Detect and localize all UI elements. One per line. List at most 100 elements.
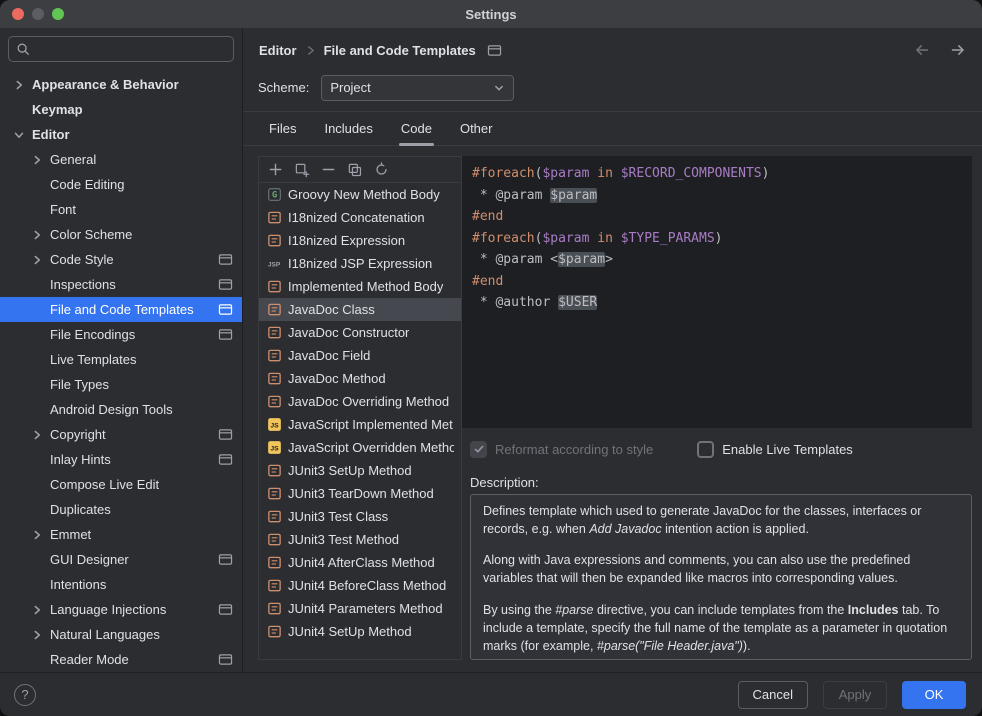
sidebar-item-color-scheme[interactable]: Color Scheme xyxy=(0,222,242,247)
chevron-right-icon[interactable] xyxy=(32,605,50,615)
sidebar-item-natural-languages[interactable]: Natural Languages xyxy=(0,622,242,647)
chevron-right-icon[interactable] xyxy=(32,580,50,590)
template-list-item[interactable]: I18nized Concatenation xyxy=(259,206,461,229)
template-list-item[interactable]: Implemented Method Body xyxy=(259,275,461,298)
sidebar-item-emmet[interactable]: Emmet xyxy=(0,522,242,547)
sidebar-item-language-injections[interactable]: Language Injections xyxy=(0,597,242,622)
template-list-item[interactable]: JavaDoc Class xyxy=(259,298,461,321)
template-list-item[interactable]: JUnit3 Test Method xyxy=(259,528,461,551)
forward-icon[interactable] xyxy=(950,42,966,58)
create-child-template-button[interactable] xyxy=(294,162,310,178)
chevron-right-icon[interactable] xyxy=(32,555,50,565)
template-list-item[interactable]: JavaDoc Field xyxy=(259,344,461,367)
zoom-window-button[interactable] xyxy=(52,8,64,20)
chevron-right-icon[interactable] xyxy=(14,80,32,90)
chevron-right-icon[interactable] xyxy=(32,330,50,340)
ok-button[interactable]: OK xyxy=(902,681,966,709)
sidebar-item-label: Keymap xyxy=(32,102,83,117)
tab-code[interactable]: Code xyxy=(399,121,434,145)
chevron-right-icon[interactable] xyxy=(14,130,32,140)
tab-includes[interactable]: Includes xyxy=(322,121,374,145)
tab-other[interactable]: Other xyxy=(458,121,495,145)
live-templates-option[interactable]: Enable Live Templates xyxy=(697,441,853,458)
template-list-item[interactable]: JUnit4 Parameters Method xyxy=(259,597,461,620)
chevron-right-icon[interactable] xyxy=(32,305,50,315)
sidebar-item-appearance-behavior[interactable]: Appearance & Behavior xyxy=(0,72,242,97)
sidebar-item-file-types[interactable]: File Types xyxy=(0,372,242,397)
sidebar-item-gui-designer[interactable]: GUI Designer xyxy=(0,547,242,572)
sidebar-item-duplicates[interactable]: Duplicates xyxy=(0,497,242,522)
sidebar-item-live-templates[interactable]: Live Templates xyxy=(0,347,242,372)
template-list-item[interactable]: JavaDoc Constructor xyxy=(259,321,461,344)
sidebar-item-intentions[interactable]: Intentions xyxy=(0,572,242,597)
chevron-right-icon[interactable] xyxy=(14,105,32,115)
sidebar-item-label: File Encodings xyxy=(50,327,135,342)
template-list-item[interactable]: JUnit3 Test Class xyxy=(259,505,461,528)
sidebar-item-inspections[interactable]: Inspections xyxy=(0,272,242,297)
tab-files[interactable]: Files xyxy=(267,121,298,145)
sidebar-item-general[interactable]: General xyxy=(0,147,242,172)
sidebar-item-code-editing[interactable]: Code Editing xyxy=(0,172,242,197)
add-template-button[interactable] xyxy=(268,162,283,177)
sidebar-item-copyright[interactable]: Copyright xyxy=(0,422,242,447)
sidebar-item-label: Color Scheme xyxy=(50,227,132,242)
template-list-item[interactable]: JS JavaScript Overridden Metho xyxy=(259,436,461,459)
template-list-item[interactable]: JUnit4 BeforeClass Method xyxy=(259,574,461,597)
scheme-select[interactable]: Project xyxy=(321,75,514,101)
template-list-item[interactable]: JUnit3 SetUp Method xyxy=(259,459,461,482)
chevron-right-icon[interactable] xyxy=(32,180,50,190)
sidebar-item-editor[interactable]: Editor xyxy=(0,122,242,147)
template-list-item[interactable]: JSP I18nized JSP Expression xyxy=(259,252,461,275)
reset-to-default-button[interactable] xyxy=(374,162,389,177)
chevron-right-icon[interactable] xyxy=(32,405,50,415)
template-list-item[interactable]: JS JavaScript Implemented Met xyxy=(259,413,461,436)
chevron-right-icon[interactable] xyxy=(32,205,50,215)
chevron-right-icon[interactable] xyxy=(32,655,50,665)
description-box[interactable]: Defines template which used to generate … xyxy=(470,494,972,660)
sidebar-item-keymap[interactable]: Keymap xyxy=(0,97,242,122)
sidebar-item-file-encodings[interactable]: File Encodings xyxy=(0,322,242,347)
remove-template-button[interactable] xyxy=(321,162,336,177)
chevron-right-icon[interactable] xyxy=(32,480,50,490)
chevron-right-icon[interactable] xyxy=(32,455,50,465)
template-list-item[interactable]: I18nized Expression xyxy=(259,229,461,252)
template-list-item[interactable]: G Groovy New Method Body xyxy=(259,183,461,206)
settings-search-input[interactable] xyxy=(35,41,226,58)
sidebar-item-android-design-tools[interactable]: Android Design Tools xyxy=(0,397,242,422)
template-editor[interactable]: #foreach($param in $RECORD_COMPONENTS) *… xyxy=(462,156,972,428)
chevron-right-icon[interactable] xyxy=(32,355,50,365)
groovy-icon: G xyxy=(266,187,282,202)
chevron-right-icon[interactable] xyxy=(32,280,50,290)
sidebar-item-compose-live-edit[interactable]: Compose Live Edit xyxy=(0,472,242,497)
window-controls xyxy=(12,8,64,20)
chevron-right-icon[interactable] xyxy=(32,505,50,515)
close-window-button[interactable] xyxy=(12,8,24,20)
back-icon[interactable] xyxy=(914,42,930,58)
chevron-right-icon[interactable] xyxy=(32,255,50,265)
settings-window: Settings Appearance & Behavior Keymap Ed… xyxy=(0,0,982,716)
chevron-right-icon[interactable] xyxy=(32,630,50,640)
chevron-right-icon[interactable] xyxy=(32,230,50,240)
sidebar-item-reader-mode[interactable]: Reader Mode xyxy=(0,647,242,672)
sidebar-item-inlay-hints[interactable]: Inlay Hints xyxy=(0,447,242,472)
template-list-item[interactable]: JUnit4 AfterClass Method xyxy=(259,551,461,574)
sidebar-item-font[interactable]: Font xyxy=(0,197,242,222)
sidebar-item-label: General xyxy=(50,152,96,167)
template-list-item[interactable]: JUnit3 TearDown Method xyxy=(259,482,461,505)
chevron-right-icon[interactable] xyxy=(32,155,50,165)
live-templates-checkbox[interactable] xyxy=(697,441,714,458)
settings-search-box[interactable] xyxy=(8,36,234,62)
sidebar-item-code-style[interactable]: Code Style xyxy=(0,247,242,272)
chevron-right-icon[interactable] xyxy=(32,380,50,390)
template-list-item[interactable]: JavaDoc Method xyxy=(259,367,461,390)
template-list-item[interactable]: JavaDoc Overriding Method xyxy=(259,390,461,413)
chevron-right-icon[interactable] xyxy=(32,430,50,440)
sidebar-item-file-and-code-templates[interactable]: File and Code Templates xyxy=(0,297,242,322)
template-list-item[interactable]: JUnit4 SetUp Method xyxy=(259,620,461,643)
cancel-button[interactable]: Cancel xyxy=(738,681,808,709)
external-display-icon xyxy=(218,428,233,441)
chevron-right-icon[interactable] xyxy=(32,530,50,540)
help-button[interactable]: ? xyxy=(14,684,36,706)
copy-template-button[interactable] xyxy=(347,162,363,178)
breadcrumb-section[interactable]: Editor xyxy=(259,43,297,58)
